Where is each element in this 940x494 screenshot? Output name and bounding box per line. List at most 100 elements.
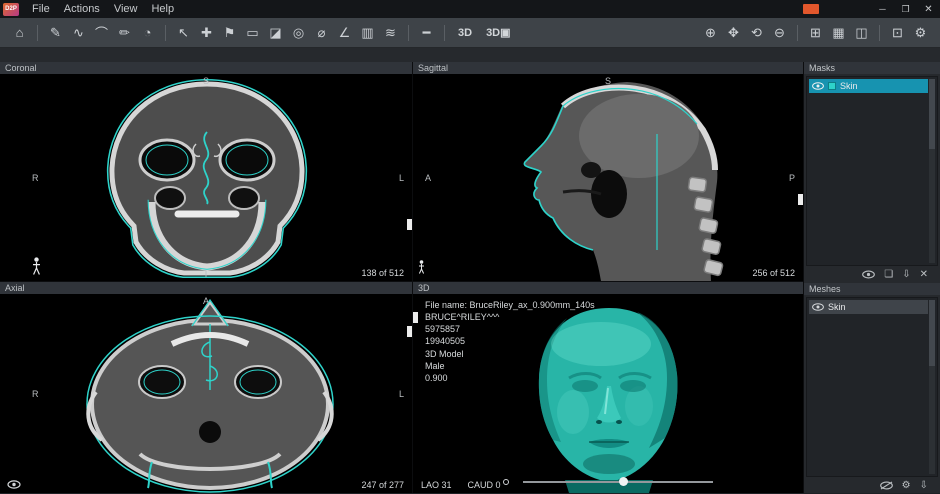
- slice-scrollbar-handle[interactable]: [407, 326, 412, 337]
- fit-view-icon[interactable]: ⊞: [804, 22, 827, 44]
- masks-list: Skin: [806, 76, 938, 266]
- export-mask-icon[interactable]: ⇩: [902, 269, 910, 280]
- mesh-item-label: Skin: [828, 302, 846, 312]
- viewport-axial[interactable]: Axial: [0, 282, 412, 493]
- title-bar: D2P File Actions View Help ─ ❐ ✕: [0, 0, 940, 18]
- diameter-measure-icon[interactable]: ⌀: [310, 22, 333, 44]
- maximize-button[interactable]: ❐: [894, 0, 917, 18]
- overlay-patient-name: BRUCE^RILEY^^^: [425, 311, 595, 323]
- slice-scrollbar-handle[interactable]: [798, 194, 803, 205]
- select-cursor-icon[interactable]: ↖: [172, 22, 195, 44]
- overlay-file-name: File name: BruceRiley_ax_0.900mm_140s: [425, 299, 595, 311]
- mask-color-chip: [828, 82, 836, 90]
- angle-measure-icon[interactable]: ∠: [333, 22, 356, 44]
- viewport-3d[interactable]: 3D: [413, 282, 803, 493]
- pencil-tool-icon[interactable]: ✎: [44, 22, 67, 44]
- arc-tool-icon[interactable]: ⌒: [90, 22, 113, 44]
- toolbar-separator: [444, 25, 445, 41]
- slice-counter: 138 of 512: [361, 268, 404, 278]
- viewport-coronal-canvas[interactable]: S R L I 138 of 512: [0, 74, 412, 281]
- mask-item-skin[interactable]: Skin: [809, 79, 928, 93]
- right-sidebar: Masks Skin: [804, 62, 940, 493]
- snapshot-icon[interactable]: ⊡: [886, 22, 909, 44]
- viewport-3d-canvas[interactable]: File name: BruceRiley_ax_0.900mm_140s BR…: [413, 294, 803, 493]
- eraser-tool-icon[interactable]: ◪: [264, 22, 287, 44]
- export-mesh-icon[interactable]: ⇩: [920, 480, 928, 491]
- fill-tool-icon[interactable]: ◔: [136, 22, 159, 44]
- toolbar-separator: [879, 25, 880, 41]
- threshold-tool-icon[interactable]: ≋: [379, 22, 402, 44]
- main-toolbar: ⌂ ✎ ∿ ⌒ ✏ ◔ ↖ ✚ ⚑ ▭ ◪ ◎ ⌀ ∠ ▥ ≋ ━ 3D 3D▣…: [0, 18, 940, 48]
- line-tool-icon[interactable]: ━: [415, 22, 438, 44]
- viewport-coronal[interactable]: Coronal S R: [0, 62, 412, 281]
- mesh-item-skin[interactable]: Skin: [809, 300, 928, 314]
- toggle-mesh-visibility-icon[interactable]: [880, 481, 893, 490]
- view-3d-box-button[interactable]: 3D▣: [479, 26, 517, 39]
- rotate-view-icon[interactable]: ⟲: [745, 22, 768, 44]
- layout-grid-icon[interactable]: ▦: [827, 22, 850, 44]
- orientation-label-left: L: [399, 173, 404, 183]
- slice-scrollbar-handle[interactable]: [413, 312, 418, 323]
- pan-icon[interactable]: ✥: [722, 22, 745, 44]
- settings-icon[interactable]: ⚙: [909, 22, 932, 44]
- visibility-eye-icon[interactable]: [812, 303, 824, 311]
- overlay-birthdate: 19940505: [425, 335, 595, 347]
- masks-panel-toolbar: ❏ ⇩ ✕: [804, 266, 940, 282]
- overlay-slice-thickness: 0.900: [425, 372, 595, 384]
- viewport-sagittal-canvas[interactable]: S A P 256 of 512: [413, 74, 803, 281]
- brand-badge-icon: [803, 4, 819, 14]
- caud-value: CAUD 0: [468, 480, 501, 490]
- orientation-label-posterior: P: [789, 173, 795, 183]
- rotation-slider[interactable]: [503, 477, 713, 487]
- zoom-in-icon[interactable]: ⊕: [699, 22, 722, 44]
- view-3d-button[interactable]: 3D: [451, 27, 479, 39]
- close-button[interactable]: ✕: [917, 0, 940, 18]
- masks-panel-title: Masks: [804, 62, 940, 74]
- orientation-label-inferior: I: [205, 269, 208, 279]
- meshes-panel-title: Meshes: [804, 283, 940, 295]
- mesh-settings-icon[interactable]: ⚙: [902, 480, 911, 491]
- app-logo-icon: D2P: [3, 3, 19, 16]
- visibility-eye-icon[interactable]: [812, 82, 824, 90]
- toggle-visibility-icon[interactable]: [862, 270, 875, 279]
- meshes-list: Skin: [806, 297, 938, 477]
- histogram-tool-icon[interactable]: ▥: [356, 22, 379, 44]
- meshes-panel-toolbar: ⚙ ⇩: [804, 477, 940, 493]
- viewport-axial-canvas[interactable]: A R L 247 of 277: [0, 294, 412, 493]
- slice-counter: 247 of 277: [361, 480, 404, 490]
- orientation-label-anterior: A: [203, 296, 209, 306]
- slice-scrollbar-handle[interactable]: [407, 219, 412, 230]
- menu-actions[interactable]: Actions: [57, 3, 107, 15]
- toolbar-separator: [408, 25, 409, 41]
- viewport-coronal-label: Coronal: [0, 62, 412, 74]
- spline-tool-icon[interactable]: ∿: [67, 22, 90, 44]
- masks-scrollbar[interactable]: [929, 79, 935, 263]
- zoom-out-icon[interactable]: ⊖: [768, 22, 791, 44]
- toolbar-right-group: ⊕ ✥ ⟲ ⊖ ⊞ ▦ ◫ ⊡ ⚙: [699, 22, 932, 44]
- split-view-icon[interactable]: ◫: [850, 22, 873, 44]
- menu-help[interactable]: Help: [144, 3, 181, 15]
- crosshair-tool-icon[interactable]: ✚: [195, 22, 218, 44]
- meshes-scrollbar[interactable]: [929, 300, 935, 474]
- brush-tool-icon[interactable]: ✏: [113, 22, 136, 44]
- duplicate-mask-icon[interactable]: ❏: [884, 269, 893, 280]
- dicom-overlay-text: File name: BruceRiley_ax_0.900mm_140s BR…: [425, 299, 595, 384]
- eye-direction-icon: [7, 480, 21, 489]
- delete-mask-icon[interactable]: ✕: [920, 269, 928, 280]
- crop-tool-icon[interactable]: ▭: [241, 22, 264, 44]
- viewport-sagittal-label: Sagittal: [413, 62, 803, 74]
- slider-knob[interactable]: [619, 477, 628, 486]
- menu-file[interactable]: File: [25, 3, 57, 15]
- menu-view[interactable]: View: [107, 3, 145, 15]
- toolbar-separator: [797, 25, 798, 41]
- view-orientation-status: LAO 31 CAUD 0: [421, 480, 501, 490]
- flag-tool-icon[interactable]: ⚑: [218, 22, 241, 44]
- orientation-label-right: R: [32, 389, 39, 399]
- toolbar-separator: [37, 25, 38, 41]
- target-tool-icon[interactable]: ◎: [287, 22, 310, 44]
- slider-start-dot-icon: [503, 479, 509, 485]
- home-icon[interactable]: ⌂: [8, 22, 31, 44]
- viewport-sagittal[interactable]: Sagittal: [413, 62, 803, 281]
- minimize-button[interactable]: ─: [871, 0, 894, 18]
- overlay-patient-id: 5975857: [425, 323, 595, 335]
